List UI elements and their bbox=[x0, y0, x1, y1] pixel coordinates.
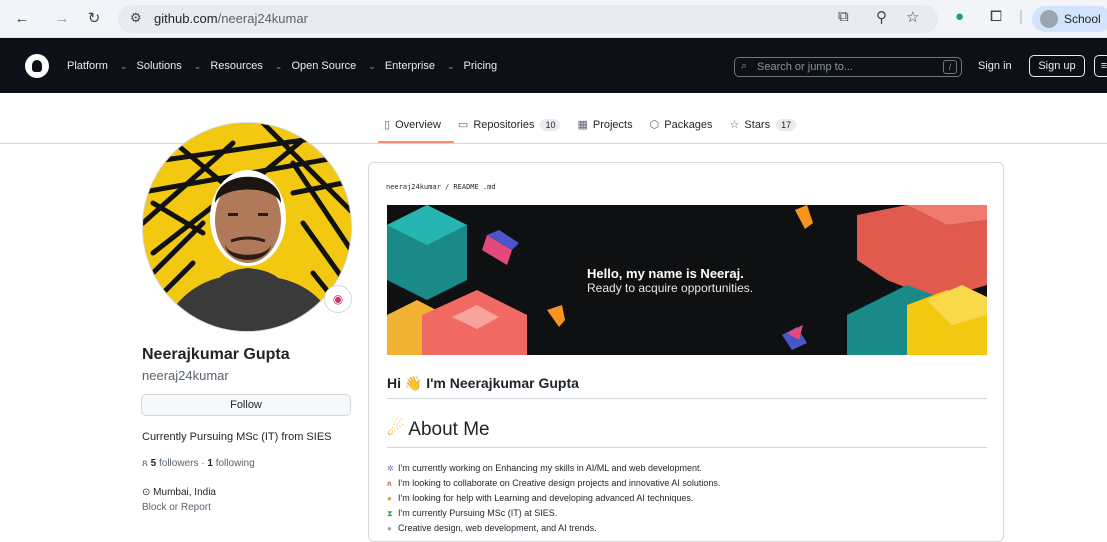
profile-location: ⊙ Mumbai, India bbox=[142, 487, 216, 498]
back-arrow-icon[interactable]: ← bbox=[12, 9, 32, 29]
follow-stats: ጸ 5 followers · 1 following bbox=[142, 458, 255, 469]
telescope-icon: ✲ bbox=[387, 464, 394, 473]
readme-greeting: Hi 👋 I'm Neerajkumar Gupta bbox=[387, 375, 579, 391]
list-item: ● Creative design, web development, and A… bbox=[387, 521, 720, 536]
chevron-down-icon: ⌄ bbox=[119, 61, 128, 71]
profile-name: Neerajkumar Gupta bbox=[142, 346, 290, 363]
avatar bbox=[1040, 10, 1058, 28]
tab-label: Overview bbox=[395, 118, 441, 131]
table-icon: ▦ bbox=[577, 119, 588, 131]
github-header: Platform ⌄ Solutions ⌄ Resources ⌄ Open Sou… bbox=[0, 38, 1107, 93]
block-report-link[interactable]: Block or Report bbox=[142, 502, 211, 513]
repo-icon: ▭ bbox=[457, 119, 469, 131]
tab-label: Stars bbox=[744, 118, 771, 131]
hourglass-icon: ⧗ bbox=[387, 509, 393, 518]
nav-platform[interactable]: Platform ⌄ bbox=[67, 60, 128, 72]
nav-open-source[interactable]: Open Source ⌄ bbox=[291, 60, 375, 72]
forward-arrow-icon[interactable]: → bbox=[52, 9, 72, 29]
browser-toolbar: ← → ↻ ⚙ github.com/neeraj24kumar ⧉ ⚲ ☆ ●… bbox=[0, 0, 1107, 38]
about-heading: ☄ About Me bbox=[387, 419, 490, 440]
bookmark-star-icon[interactable]: ☆ bbox=[906, 8, 919, 26]
browser-profile-button[interactable]: School bbox=[1032, 6, 1107, 32]
address-bar[interactable]: ⚙ github.com/neeraj24kumar bbox=[118, 5, 938, 33]
reload-icon[interactable]: ↻ bbox=[84, 9, 104, 29]
tab-repositories[interactable]: ▭ Repositories 10 bbox=[458, 118, 561, 131]
chevron-down-icon: ⌄ bbox=[193, 61, 202, 71]
star-icon: ☆ bbox=[729, 119, 740, 131]
chevron-down-icon: ⌄ bbox=[446, 61, 455, 71]
list-item: ጸ I'm looking to collaborate on Creative … bbox=[387, 476, 720, 491]
banner-title: Hello, my name is Neeraj. bbox=[587, 266, 744, 281]
dizzy-icon: ☄ bbox=[387, 419, 405, 440]
nav-enterprise[interactable]: Enterprise ⌄ bbox=[385, 60, 455, 72]
nav-resources[interactable]: Resources ⌄ bbox=[210, 60, 282, 72]
search-placeholder: Search or jump to... bbox=[757, 61, 853, 73]
divider bbox=[0, 143, 1107, 144]
book-icon: ▯ bbox=[384, 119, 391, 131]
divider bbox=[387, 398, 987, 399]
following-link[interactable]: 1 following bbox=[207, 458, 254, 469]
avatar-image bbox=[143, 123, 351, 331]
tab-label: Projects bbox=[592, 118, 633, 131]
list-item: ✲ I'm currently working on Enhancing my s… bbox=[387, 461, 720, 476]
url-text: github.com/neeraj24kumar bbox=[154, 11, 308, 26]
banner-subtitle: Ready to acquire opportunities. bbox=[587, 281, 754, 295]
status-emoji-icon[interactable]: ◉ bbox=[324, 285, 352, 313]
tab-overview[interactable]: ▯ Overview bbox=[384, 118, 441, 132]
location-pin-icon: ⊙ bbox=[142, 487, 151, 498]
nav-solutions[interactable]: Solutions ⌄ bbox=[137, 60, 202, 72]
extensions-puzzle-icon[interactable]: ⧠ bbox=[990, 8, 1002, 25]
about-list: ✲ I'm currently working on Enhancing my s… bbox=[387, 461, 720, 536]
search-input[interactable]: ⌕ Search or jump to... / bbox=[734, 57, 962, 77]
package-icon: ⬡ bbox=[649, 119, 660, 131]
readme-card: neeraj24kumar / README .md Hello, my nam… bbox=[368, 162, 1004, 542]
separator: · bbox=[201, 458, 205, 469]
profile-tabs: ▯ Overview ▭ Repositories 10 ▦ Projects ⬡ Pac… bbox=[384, 118, 813, 131]
people-icon: ጸ bbox=[142, 458, 148, 469]
profile-label: School bbox=[1064, 12, 1101, 26]
search-shortcut-key: / bbox=[943, 60, 957, 74]
nav-pricing[interactable]: Pricing bbox=[464, 60, 498, 72]
handshake-icon: ● bbox=[387, 494, 392, 503]
readme-banner: Hello, my name is Neeraj. Ready to acqui… bbox=[387, 205, 987, 355]
sign-up-button[interactable]: Sign up bbox=[1029, 55, 1085, 77]
profile-avatar[interactable] bbox=[142, 122, 352, 332]
tab-packages[interactable]: ⬡ Packages bbox=[649, 118, 713, 132]
chevron-down-icon: ⌄ bbox=[368, 61, 376, 71]
count-badge: 17 bbox=[776, 118, 797, 131]
menu-icon[interactable]: ≡ bbox=[1094, 55, 1107, 77]
profile-username: neeraj24kumar bbox=[142, 368, 229, 383]
header-nav: Platform ⌄ Solutions ⌄ Resources ⌄ Open Sou… bbox=[67, 60, 506, 72]
tab-label: Packages bbox=[664, 118, 713, 131]
count-badge: 10 bbox=[540, 118, 561, 131]
divider: | bbox=[1019, 8, 1023, 25]
extension-icon[interactable]: ● bbox=[955, 8, 964, 25]
sign-in-link[interactable]: Sign in bbox=[978, 60, 1012, 72]
follow-button[interactable]: Follow bbox=[141, 394, 351, 416]
tab-label: Repositories bbox=[473, 118, 535, 131]
profile-bio: Currently Pursuing MSc (IT) from SIES bbox=[142, 431, 332, 443]
github-logo-icon[interactable] bbox=[25, 54, 49, 78]
people-icon: ጸ bbox=[387, 479, 392, 488]
interest-icon: ● bbox=[387, 524, 392, 533]
site-settings-icon[interactable]: ⚙ bbox=[130, 10, 142, 26]
list-item: ● I'm looking for help with Learning and … bbox=[387, 491, 720, 506]
divider bbox=[387, 447, 987, 448]
zoom-icon[interactable]: ⚲ bbox=[876, 8, 887, 26]
followers-link[interactable]: 5 followers bbox=[151, 458, 199, 469]
cast-icon[interactable]: ⧉ bbox=[838, 8, 849, 25]
tab-projects[interactable]: ▦ Projects bbox=[577, 118, 633, 132]
readme-path[interactable]: neeraj24kumar / README .md bbox=[386, 183, 496, 191]
list-item: ⧗ I'm currently Pursuing MSc (IT) at SIES… bbox=[387, 506, 720, 521]
tab-stars[interactable]: ☆ Stars 17 bbox=[730, 118, 797, 131]
chevron-down-icon: ⌄ bbox=[274, 61, 283, 71]
search-icon: ⌕ bbox=[741, 60, 748, 72]
